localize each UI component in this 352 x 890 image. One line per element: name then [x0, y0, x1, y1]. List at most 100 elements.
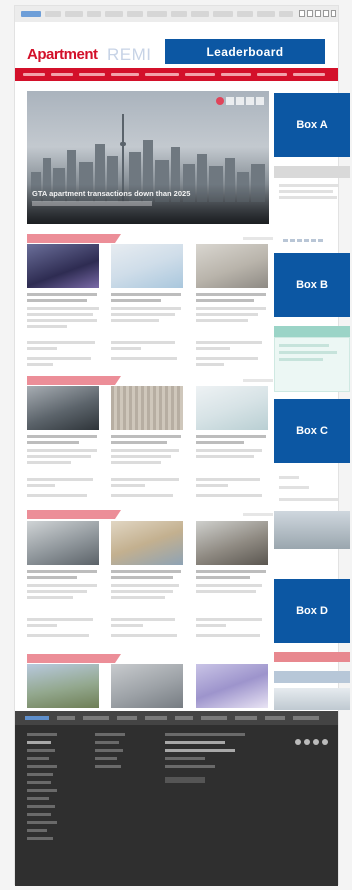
footer-nav-item[interactable]	[117, 716, 137, 720]
related-link[interactable]	[27, 357, 91, 360]
footer-link[interactable]	[27, 773, 53, 776]
article-thumbnail[interactable]	[111, 244, 183, 288]
section-more-link[interactable]	[243, 237, 273, 240]
slider-dot[interactable]	[216, 97, 224, 105]
footer-nav-item[interactable]	[201, 716, 227, 720]
nav-item[interactable]	[221, 73, 251, 76]
footer-link[interactable]	[27, 789, 57, 792]
share-icon[interactable]	[299, 10, 305, 17]
partner-logo[interactable]: REMI	[107, 45, 152, 65]
article-thumbnail[interactable]	[196, 664, 268, 708]
share-icon[interactable]	[307, 10, 313, 17]
utility-link[interactable]	[191, 11, 209, 17]
article-title[interactable]	[111, 576, 173, 579]
article-title[interactable]	[111, 441, 167, 444]
section-more-link[interactable]	[243, 379, 273, 382]
utility-link[interactable]	[257, 11, 275, 17]
related-link[interactable]	[196, 357, 258, 360]
footer-link[interactable]	[27, 837, 53, 840]
utility-link[interactable]	[147, 11, 167, 17]
article-title[interactable]	[27, 576, 77, 579]
footer-link[interactable]	[27, 749, 55, 752]
sidebar-image[interactable]	[274, 688, 350, 710]
related-link[interactable]	[111, 347, 141, 350]
article-thumbnail[interactable]	[111, 521, 183, 565]
article-title[interactable]	[111, 570, 181, 573]
related-link[interactable]	[111, 484, 145, 487]
article-title[interactable]	[196, 299, 254, 302]
box-d-ad[interactable]: Box D	[274, 579, 350, 643]
related-link[interactable]	[27, 494, 87, 497]
footer-nav-item[interactable]	[293, 716, 319, 720]
footer-nav-item[interactable]	[145, 716, 167, 720]
footer-link[interactable]	[27, 733, 57, 736]
share-icon[interactable]	[315, 10, 321, 17]
article-thumbnail[interactable]	[27, 521, 99, 565]
slider-dot[interactable]	[226, 97, 234, 105]
article-title[interactable]	[111, 435, 181, 438]
footer-link[interactable]	[95, 741, 119, 744]
slider-dot[interactable]	[236, 97, 244, 105]
related-link[interactable]	[27, 363, 53, 366]
instagram-icon[interactable]	[322, 739, 328, 745]
article-thumbnail[interactable]	[111, 386, 183, 430]
section-label[interactable]	[27, 234, 121, 243]
footer-link[interactable]	[95, 765, 121, 768]
article-title[interactable]	[196, 293, 266, 296]
related-link[interactable]	[196, 363, 224, 366]
related-link[interactable]	[27, 341, 95, 344]
footer-nav-item[interactable]	[83, 716, 109, 720]
facebook-icon[interactable]	[295, 739, 301, 745]
footer-link[interactable]	[95, 749, 123, 752]
related-link[interactable]	[196, 484, 228, 487]
nav-item[interactable]	[185, 73, 215, 76]
utility-link[interactable]	[45, 11, 61, 17]
article-title[interactable]	[27, 441, 79, 444]
footer-nav-item[interactable]	[175, 716, 193, 720]
slider-dot[interactable]	[256, 97, 264, 105]
related-link[interactable]	[196, 341, 262, 344]
section-more-link[interactable]	[243, 513, 273, 516]
article-thumbnail[interactable]	[196, 521, 268, 565]
related-link[interactable]	[111, 634, 177, 637]
article-title[interactable]	[196, 435, 266, 438]
hero-headline[interactable]: GTA apartment transactions down than 202…	[32, 189, 190, 198]
related-link[interactable]	[27, 347, 57, 350]
related-link[interactable]	[27, 618, 93, 621]
slider-dot[interactable]	[246, 97, 254, 105]
utility-link[interactable]	[21, 11, 41, 17]
nav-item[interactable]	[79, 73, 105, 76]
box-a-ad[interactable]: Box A	[274, 93, 350, 157]
box-c-ad[interactable]: Box C	[274, 399, 350, 463]
footer-link[interactable]	[95, 757, 117, 760]
article-title[interactable]	[27, 293, 97, 296]
sidebar-image[interactable]	[274, 511, 350, 549]
related-link[interactable]	[27, 634, 89, 637]
related-link[interactable]	[27, 484, 55, 487]
footer-link[interactable]	[27, 765, 57, 768]
footer-link[interactable]	[27, 797, 49, 800]
footer-nav-item[interactable]	[235, 716, 257, 720]
footer-link[interactable]	[27, 741, 51, 744]
footer-link[interactable]	[27, 805, 55, 808]
section-label[interactable]	[27, 376, 121, 385]
footer-link[interactable]	[27, 757, 49, 760]
hero-slider[interactable]: GTA apartment transactions down than 202…	[27, 91, 269, 224]
related-link[interactable]	[196, 478, 260, 481]
nav-item[interactable]	[257, 73, 287, 76]
twitter-icon[interactable]	[304, 739, 310, 745]
related-link[interactable]	[111, 618, 175, 621]
box-b-ad[interactable]: Box B	[274, 253, 350, 317]
footer-link[interactable]	[27, 829, 47, 832]
article-title[interactable]	[27, 570, 97, 573]
article-title[interactable]	[111, 299, 161, 302]
related-link[interactable]	[27, 478, 93, 481]
article-thumbnail[interactable]	[111, 664, 183, 708]
article-title[interactable]	[196, 441, 244, 444]
nav-item[interactable]	[111, 73, 139, 76]
related-link[interactable]	[111, 478, 179, 481]
footer-link[interactable]	[27, 781, 51, 784]
utility-link[interactable]	[65, 11, 83, 17]
nav-item[interactable]	[293, 73, 325, 76]
utility-link[interactable]	[87, 11, 101, 17]
